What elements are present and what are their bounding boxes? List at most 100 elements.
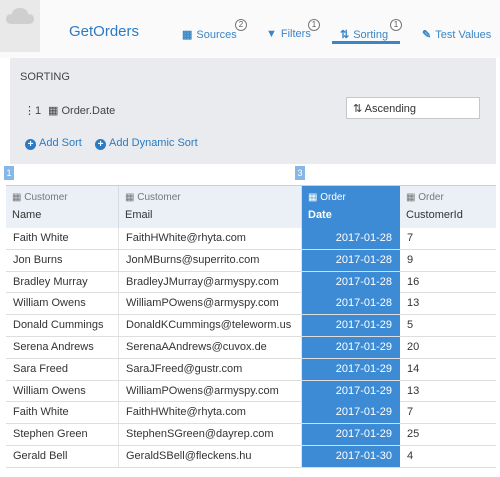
column-entity: Order <box>418 192 444 203</box>
table-row[interactable]: Faith White FaithHWhite@rhyta.com 2017-01-… <box>6 402 496 425</box>
customer-email-cell: SerenaAAndrews@cuvox.de <box>119 337 302 358</box>
column-header-customer-email[interactable]: ▦ Customer Email <box>119 186 302 228</box>
table-row[interactable]: Donald Cummings DonaldKCummings@teleworm.… <box>6 315 496 337</box>
table-row[interactable]: Jon Burns JonMBurns@superrito.com 2017-01-… <box>6 249 496 272</box>
sort-direction-value: Ascending <box>364 103 417 115</box>
grid-icon: ▦ <box>182 29 193 41</box>
customer-id-cell: 4 <box>407 450 414 462</box>
customer-name-cell: Bradley Murray <box>6 271 119 293</box>
sort-row-index: 1 <box>35 105 42 117</box>
tab-badge: 1 <box>390 19 402 31</box>
column-entity: Customer <box>137 192 181 203</box>
column-header-customer-name[interactable]: ▦ Customer Name <box>6 186 119 228</box>
add-sort-label: Add Sort <box>39 137 82 149</box>
tab-badge: 1 <box>308 19 320 31</box>
grid-icon: ▦ <box>48 105 59 117</box>
column-attr: Email <box>125 209 153 221</box>
tab-filters[interactable]: ▼ Filters 1 <box>266 19 320 40</box>
order-date-cell: 2017-01-28 <box>302 228 400 249</box>
add-dynamic-sort-button[interactable]: + Add Dynamic Sort <box>95 137 198 150</box>
customer-id-cell: 16 <box>407 275 420 288</box>
customer-id-cell: 14 <box>407 362 420 375</box>
plus-icon: + <box>95 139 106 150</box>
sort-direction-icon: ⇅ <box>353 103 363 115</box>
sorting-panel: SORTING ⋮1 ▦ Order.Date ⇅ Ascending + Add… <box>10 58 496 164</box>
grid-icon: ▦ <box>12 192 22 203</box>
customer-name-cell: William Owens <box>6 380 119 402</box>
column-entity: Customer <box>24 192 68 203</box>
customer-name-cell: Faith White <box>6 402 119 424</box>
cloud-logo-icon <box>0 0 40 52</box>
table-row[interactable]: William Owens WilliamPOwens@armyspy.com 20… <box>6 293 496 316</box>
column-marker: 3 <box>295 166 305 180</box>
customer-id-cell: 5 <box>407 319 414 332</box>
customer-email-cell: FaithHWhite@rhyta.com <box>119 402 302 424</box>
tab-label: Filters <box>280 28 311 40</box>
tab-badge: 2 <box>235 19 247 31</box>
customer-id-cell: 7 <box>407 406 414 419</box>
customer-name-cell: Sara Freed <box>6 358 119 380</box>
tab-test-values[interactable]: ✎ Test Values <box>422 28 491 41</box>
customer-email-cell: DonaldKCummings@teleworm.us <box>119 315 302 337</box>
table-row[interactable]: Serena Andrews SerenaAAndrews@cuvox.de 201… <box>6 337 496 359</box>
table-row[interactable]: William Owens WilliamPOwens@armyspy.com 20… <box>6 380 496 403</box>
customer-email-cell: BradleyJMurray@armyspy.com <box>119 271 302 293</box>
customer-id-cell: 13 <box>407 384 420 397</box>
customer-name-cell: Serena Andrews <box>6 337 119 358</box>
customer-name-cell: Gerald Bell <box>6 446 119 467</box>
tab-label: Test Values <box>435 29 492 41</box>
customer-id-cell: 20 <box>407 341 420 353</box>
plus-icon: + <box>25 139 36 150</box>
add-dynamic-sort-label: Add Dynamic Sort <box>109 137 198 149</box>
filter-icon: ▼ <box>266 28 277 40</box>
tab-label: Sorting <box>353 29 389 41</box>
customer-email-cell: JonMBurns@superrito.com <box>119 249 302 271</box>
column-header-order-customerid[interactable]: ▦ Order CustomerId <box>400 186 496 228</box>
customer-name-cell: William Owens <box>6 293 119 315</box>
customer-email-cell: StephenSGreen@dayrep.com <box>119 424 302 446</box>
customer-name-cell: Stephen Green <box>6 424 119 446</box>
panel-title: SORTING <box>20 71 70 83</box>
order-date-cell: 2017-01-29 <box>302 424 400 446</box>
table-row[interactable]: Stephen Green StephenSGreen@dayrep.com 201… <box>6 424 496 446</box>
grid-icon: ▦ <box>125 192 135 203</box>
sort-direction-select[interactable]: ⇅ Ascending <box>346 97 480 119</box>
order-date-cell: 2017-01-28 <box>302 271 400 293</box>
sort-row-handle[interactable]: ⋮1 <box>24 104 41 117</box>
tab-sorting[interactable]: ⇅ Sorting 1 <box>340 19 402 41</box>
top-bar: GetOrders ▦ Sources 2 ▼ Filters 1 ⇅ Sorting… <box>0 0 500 58</box>
sort-field: ▦ Order.Date <box>48 104 115 117</box>
app-title: GetOrders <box>69 23 140 40</box>
tab-label: Sources <box>196 29 237 41</box>
order-date-cell: 2017-01-29 <box>302 315 400 337</box>
sort-field-label: Order.Date <box>61 105 116 117</box>
order-date-cell: 2017-01-29 <box>302 358 400 380</box>
column-marker: 1 <box>4 166 14 180</box>
customer-email-cell: GeraldSBell@fleckens.hu <box>119 446 302 467</box>
customer-name-cell: Faith White <box>6 228 119 249</box>
column-entity: Order <box>320 192 346 203</box>
order-date-cell: 2017-01-29 <box>302 402 400 424</box>
add-sort-button[interactable]: + Add Sort <box>25 137 82 150</box>
table-row[interactable]: Bradley Murray BradleyJMurray@armyspy.com… <box>6 271 496 294</box>
edit-icon: ✎ <box>422 29 432 41</box>
order-date-cell: 2017-01-28 <box>302 293 400 315</box>
order-date-cell: 2017-01-29 <box>302 337 400 358</box>
customer-email-cell: WilliamPOwens@armyspy.com <box>119 380 302 402</box>
column-header-order-date[interactable]: ▦ Order Date <box>302 186 400 228</box>
table-row[interactable]: Faith White FaithHWhite@rhyta.com 2017-01-… <box>6 228 496 250</box>
column-attr: Name <box>12 209 42 221</box>
customer-email-cell: WilliamPOwens@armyspy.com <box>119 293 302 315</box>
customer-id-cell: 13 <box>407 297 420 310</box>
order-date-cell: 2017-01-30 <box>302 446 400 467</box>
table-row[interactable]: Sara Freed SaraJFreed@gustr.com 2017-01-29… <box>6 358 496 381</box>
grid-header: ▦ Customer Name ▦ Customer Email ▦ Order… <box>6 185 496 228</box>
customer-email-cell: FaithHWhite@rhyta.com <box>119 228 302 249</box>
grid-icon: ▦ <box>406 192 416 203</box>
customer-id-cell: 7 <box>407 232 414 244</box>
customer-id-cell: 9 <box>407 253 414 266</box>
customer-name-cell: Donald Cummings <box>6 315 119 337</box>
column-attr: Date <box>308 209 332 221</box>
tab-sources[interactable]: ▦ Sources 2 <box>182 19 247 41</box>
table-row[interactable]: Gerald Bell GeraldSBell@fleckens.hu 2017-0… <box>6 446 496 468</box>
